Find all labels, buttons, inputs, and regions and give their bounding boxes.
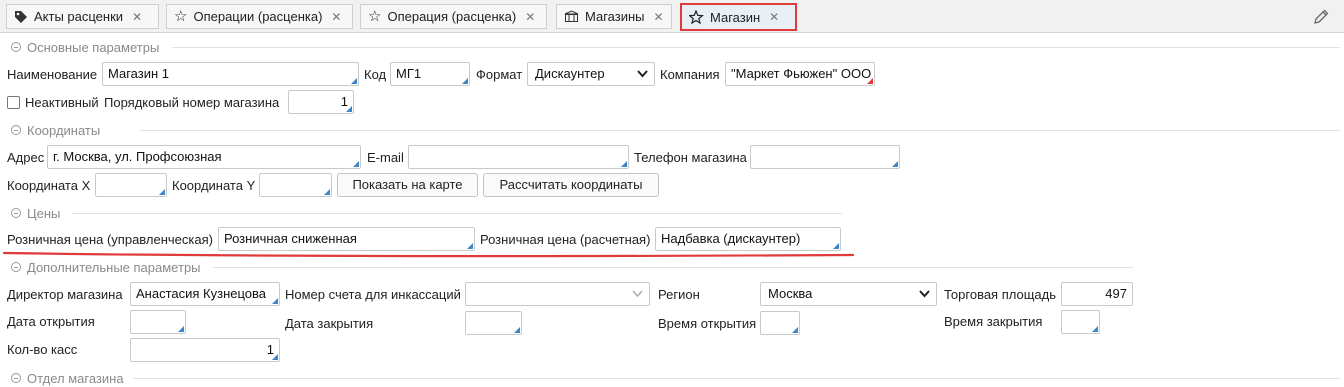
close-date-label: Дата закрытия [285, 316, 374, 331]
phone-field[interactable] [750, 145, 900, 169]
tab-operations[interactable]: ☆ Операции (расценка) ✕ [166, 4, 353, 29]
coord-y-field[interactable] [259, 173, 332, 197]
chevron-down-icon [919, 290, 930, 298]
order-field[interactable]: 1 [288, 90, 354, 114]
coord-x-field[interactable] [95, 173, 167, 197]
tab-store[interactable]: Магазин ✕ [680, 3, 797, 31]
registers-label: Кол-во касс [7, 342, 78, 357]
coord-y-label: Координата Y [172, 178, 256, 193]
collapse-icon[interactable] [11, 125, 21, 135]
inactive-label: Неактивный [25, 95, 99, 110]
inactive-checkbox[interactable] [7, 96, 20, 109]
retail-mgmt-label: Розничная цена (управленческая) [7, 232, 213, 247]
store-icon [564, 10, 579, 22]
collapse-icon[interactable] [11, 208, 21, 218]
account-label: Номер счета для инкассаций [285, 287, 461, 302]
code-field[interactable]: МГ1 [390, 62, 470, 86]
order-label: Порядковый номер магазина [104, 95, 280, 110]
email-field[interactable] [408, 145, 629, 169]
area-label: Торговая площадь [944, 287, 1056, 302]
open-date-field[interactable] [130, 310, 186, 334]
format-select[interactable]: Дискаунтер [527, 62, 655, 86]
account-select[interactable] [465, 282, 650, 306]
star-icon: ☆ [368, 7, 382, 25]
tab-bar: Акты расценки ✕ ☆ Операции (расценка) ✕ … [0, 0, 1344, 33]
retail-calc-label: Розничная цена (расчетная) [480, 232, 651, 247]
collapse-icon[interactable] [11, 262, 21, 272]
tag-icon [15, 10, 27, 23]
format-label: Формат [476, 67, 523, 82]
region-select[interactable]: Москва [760, 282, 937, 306]
director-field[interactable]: Анастасия Кузнецова [130, 282, 280, 306]
director-label: Директор магазина [7, 287, 123, 302]
registers-field[interactable]: 1 [130, 338, 280, 362]
open-date-label: Дата открытия [7, 314, 95, 329]
open-time-field[interactable] [760, 311, 800, 335]
coord-x-label: Координата X [7, 178, 91, 193]
close-icon[interactable]: ✕ [769, 10, 779, 24]
close-time-label: Время закрытия [944, 314, 1043, 329]
name-label: Наименование [7, 67, 98, 82]
code-label: Код [364, 67, 387, 82]
section-coords-header[interactable]: Координаты [0, 121, 1344, 139]
section-prices-header[interactable]: Цены [0, 204, 845, 222]
name-field[interactable]: Магазин 1 [102, 62, 359, 86]
address-field[interactable]: г. Москва, ул. Профсоюзная [47, 145, 361, 169]
company-label: Компания [660, 67, 720, 82]
address-label: Адрес [7, 150, 45, 165]
close-date-field[interactable] [465, 311, 522, 335]
open-time-label: Время открытия [658, 316, 757, 331]
show-map-button[interactable]: Показать на карте [337, 173, 478, 197]
close-icon[interactable]: ✕ [525, 10, 535, 24]
pencil-icon[interactable] [1312, 8, 1330, 26]
star-edit-icon [689, 9, 704, 24]
phone-label: Телефон магазина [634, 150, 747, 165]
company-field[interactable]: "Маркет Фьюжен" ООО [725, 62, 875, 86]
close-icon[interactable]: ✕ [132, 10, 142, 24]
star-icon: ☆ [174, 7, 188, 25]
collapse-icon[interactable] [11, 373, 21, 383]
calc-coords-button[interactable]: Рассчитать координаты [483, 173, 659, 197]
tab-price-acts[interactable]: Акты расценки ✕ [6, 4, 159, 29]
section-extra-header[interactable]: Дополнительные параметры [0, 258, 1136, 276]
collapse-icon[interactable] [11, 42, 21, 52]
tab-operation[interactable]: ☆ Операция (расценка) ✕ [360, 4, 547, 29]
close-time-field[interactable] [1061, 310, 1100, 334]
chevron-down-icon [632, 290, 643, 298]
tab-stores[interactable]: Магазины ✕ [556, 4, 672, 29]
section-dept-header[interactable]: Отдел магазина [0, 369, 1344, 387]
region-label: Регион [658, 287, 700, 302]
close-icon[interactable]: ✕ [331, 10, 341, 24]
close-icon[interactable]: ✕ [654, 10, 664, 24]
email-label: E-mail [367, 150, 404, 165]
section-main-header[interactable]: Основные параметры [0, 38, 1344, 56]
area-field[interactable]: 497 [1061, 282, 1133, 306]
chevron-down-icon [637, 70, 648, 78]
